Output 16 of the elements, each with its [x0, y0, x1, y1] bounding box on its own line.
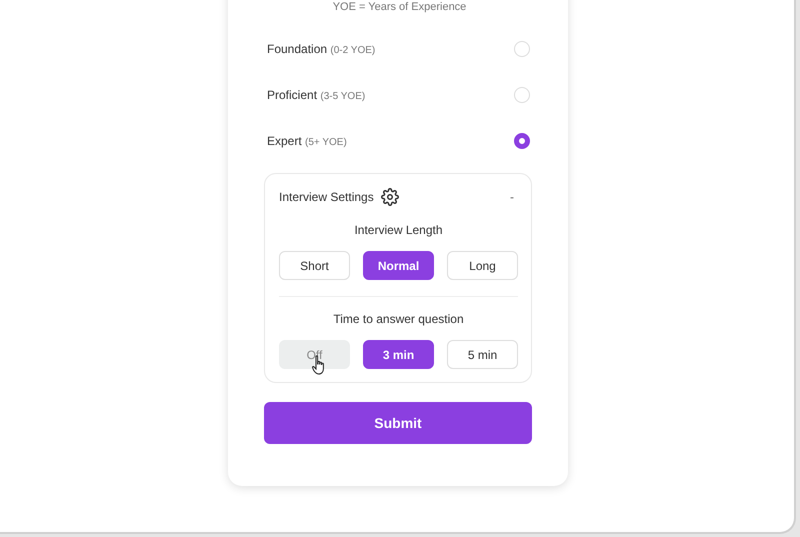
- note-text: YOE = Years of Experience: [332, 0, 466, 14]
- submit-button[interactable]: Submit: [264, 402, 532, 444]
- option-button[interactable]: Normal: [363, 251, 434, 280]
- option-button[interactable]: 3 min: [363, 340, 434, 369]
- radio-button[interactable]: [514, 133, 530, 149]
- collapse-button[interactable]: -: [506, 190, 518, 204]
- level-label: Expert (5+ YOE): [267, 134, 347, 148]
- option-button[interactable]: Long: [447, 251, 518, 280]
- option-button[interactable]: Short: [279, 251, 350, 280]
- settings-icon: [380, 188, 399, 206]
- group-label: Interview Length: [354, 223, 443, 237]
- level-label: Foundation (0-2 YOE): [267, 42, 376, 56]
- level-label: Proficient (3-5 YOE): [267, 88, 366, 102]
- option-button[interactable]: 5 min: [447, 340, 518, 369]
- settings-title: Interview Settings: [279, 190, 374, 204]
- group-label: Time to answer question: [333, 312, 464, 326]
